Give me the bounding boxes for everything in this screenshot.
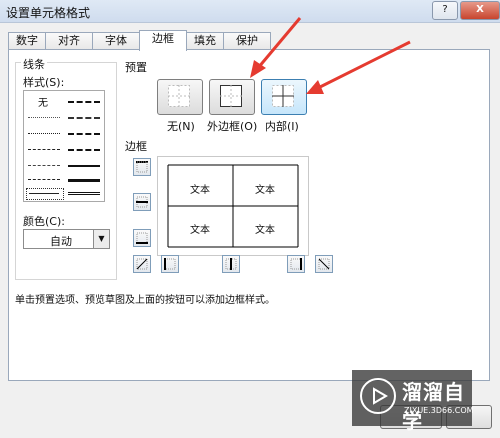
tab-border[interactable]: 边框 — [139, 30, 187, 51]
annotation-arrows — [250, 17, 411, 94]
annotation-arrow-inside — [317, 40, 411, 90]
annotation-arrow-outline — [256, 17, 302, 69]
